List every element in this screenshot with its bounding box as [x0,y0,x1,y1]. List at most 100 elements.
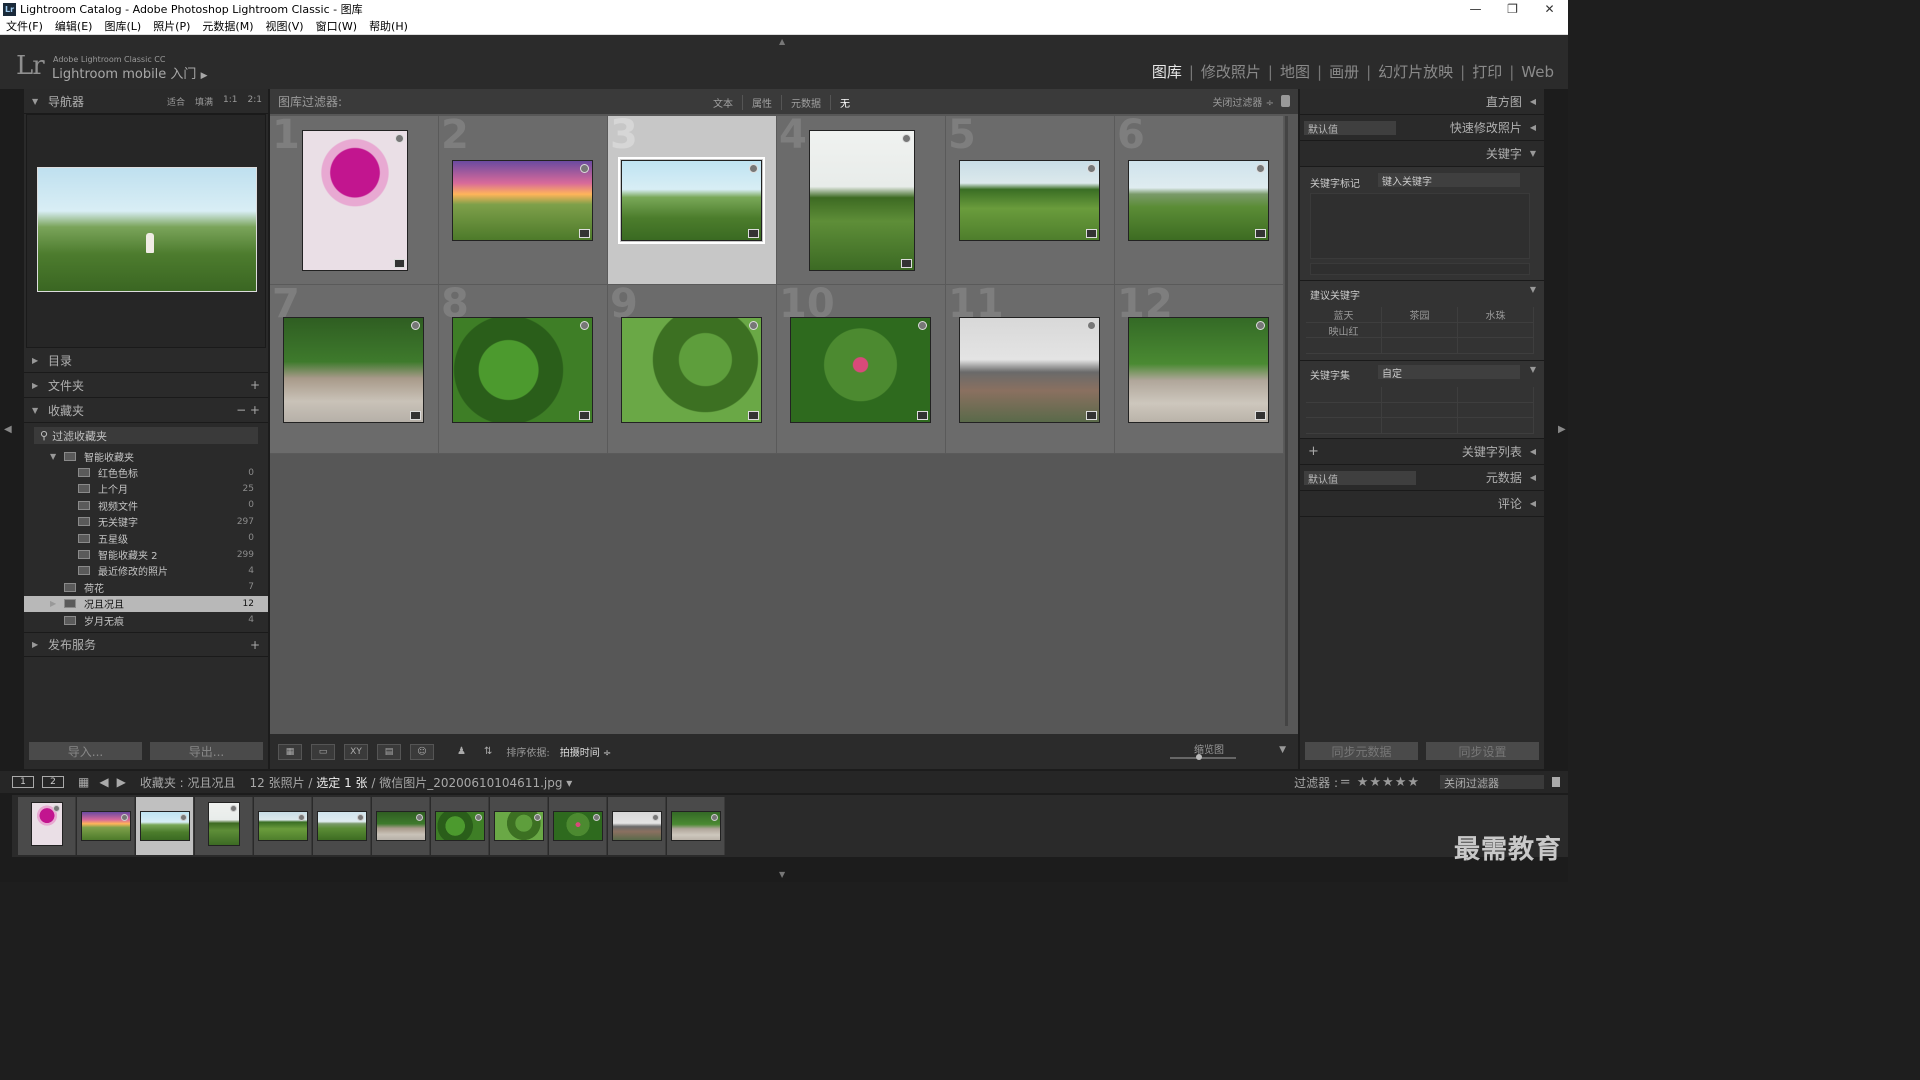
minimize-button[interactable]: — [1457,0,1494,18]
filmstrip-cell[interactable] [18,797,76,855]
quick-collection-dot-icon[interactable] [230,805,237,812]
collection-item[interactable]: 荷花 7 [24,579,268,595]
filmstrip-cell[interactable] [313,797,371,855]
module-print[interactable]: 打印 [1472,61,1502,82]
sync-settings-button[interactable]: 同步设置 [1425,741,1540,761]
photo-thumbnail[interactable] [452,317,593,423]
quick-collection-dot-icon[interactable] [749,321,758,330]
painter-icon[interactable]: ♟ [457,746,466,757]
collection-item[interactable]: 视频文件 0 [24,497,268,513]
collapse-top-icon[interactable]: ▲ [779,37,785,46]
collection-item[interactable]: 最近修改的照片 4 [24,563,268,579]
suggested-keyword[interactable]: 蓝天 [1306,307,1382,323]
export-button[interactable]: 导出... [149,741,264,761]
quick-collection-dot-icon[interactable] [121,814,128,821]
grid-view-button[interactable]: ▦ [278,743,302,760]
filmstrip-thumbnail[interactable] [208,802,240,846]
sort-dropdown[interactable]: 拍摄时间 ÷ [560,744,612,759]
quick-collection-dot-icon[interactable] [593,814,600,821]
sort-direction-icon[interactable]: ⇅ [484,746,492,757]
expand-triangle-icon[interactable]: ▼ [1530,365,1536,374]
filmstrip-filter-dropdown[interactable]: 关闭过滤器 [1440,775,1544,790]
quick-collection-dot-icon[interactable] [357,814,364,821]
photo-thumbnail[interactable] [452,160,593,241]
photo-thumbnail[interactable] [1128,317,1269,423]
keyword-list-header[interactable]: + 关键字列表 ◀ [1300,439,1544,465]
grid-scrollbar[interactable] [1285,116,1288,726]
keyword-set-cell[interactable] [1382,402,1458,419]
collection-item[interactable]: 岁月无痕 4 [24,612,268,628]
filmstrip-thumbnail[interactable] [317,811,367,841]
filmstrip-thumbnail[interactable] [140,811,190,841]
add-keyword-button[interactable]: + [1308,444,1319,459]
loupe-view-button[interactable]: ▭ [311,743,335,760]
zoom-2to1[interactable]: 2:1 [248,95,262,108]
suggested-keyword[interactable]: 水珠 [1458,307,1534,323]
grid-cell[interactable]: 5 [946,112,1115,285]
module-develop[interactable]: 修改照片 [1201,61,1261,82]
grid-cell[interactable]: 8 [439,281,608,454]
collection-item[interactable]: 五星级 0 [24,530,268,546]
module-book[interactable]: 画册 [1329,61,1359,82]
grid-cell[interactable]: 1 [270,112,439,285]
collection-item[interactable]: 智能收藏夹 2 299 [24,546,268,562]
menu-metadata[interactable]: 元数据(M) [196,18,259,34]
filmstrip-thumbnail[interactable] [494,811,544,841]
collection-item[interactable]: 红色色标 0 [24,464,268,480]
survey-view-button[interactable]: ▤ [377,743,401,760]
mobile-getting-started[interactable]: Lightroom mobile 入门 ▶ [52,63,208,82]
filmstrip-cell[interactable] [372,797,430,855]
keyword-input[interactable] [1310,263,1530,275]
photo-thumbnail[interactable] [618,157,765,244]
module-library[interactable]: 图库 [1152,61,1182,82]
menu-file[interactable]: 文件(F) [0,18,49,34]
suggested-keyword[interactable] [1458,322,1534,339]
filter-metadata[interactable]: 元数据 [782,95,831,110]
filmstrip-cell[interactable] [549,797,607,855]
disclosure-triangle-icon[interactable]: ▶ [50,599,56,608]
star-rating-filter[interactable]: = ★★★★★ [1340,775,1420,790]
metadata-header[interactable]: 默认值 元数据 ◀ [1300,465,1544,491]
photo-thumbnail[interactable] [790,317,931,423]
histogram-header[interactable]: 直方图 ◀ [1300,89,1544,115]
quick-collection-dot-icon[interactable] [902,134,911,143]
photo-thumbnail[interactable] [959,317,1100,423]
quick-collection-dot-icon[interactable] [1256,164,1265,173]
keyword-tags-dropdown[interactable]: 键入关键字 [1378,173,1520,188]
collection-item[interactable]: ▼ 智能收藏夹 [24,448,268,464]
forward-arrow-icon[interactable]: ▶ [117,775,126,789]
collection-actions[interactable]: − + [236,403,260,417]
back-arrow-icon[interactable]: ◀ [99,775,108,789]
filter-off-dropdown[interactable]: 关闭过滤器 ÷ [1212,94,1274,109]
keyword-entry-area[interactable] [1310,193,1530,259]
menu-help[interactable]: 帮助(H) [363,18,414,34]
suggested-keyword[interactable] [1306,338,1382,354]
zoom-fit[interactable]: 适合 [167,95,185,108]
collection-filter-field[interactable]: ⚲ 过滤收藏夹 [34,427,258,444]
filmstrip-cell[interactable] [136,797,194,855]
suggested-keyword[interactable] [1382,322,1458,339]
suggested-keyword[interactable] [1382,338,1458,354]
lock-icon[interactable] [1281,95,1290,107]
collection-item[interactable]: 无关键字 297 [24,514,268,530]
menu-photo[interactable]: 照片(P) [147,18,196,34]
people-view-button[interactable]: ☺ [410,743,434,760]
disclosure-triangle-icon[interactable]: ▼ [50,452,56,461]
filmstrip-thumbnail[interactable] [376,811,426,841]
keyword-set-cell[interactable] [1306,402,1382,419]
collapse-right-icon[interactable]: ▶ [1558,424,1566,435]
keyword-set-cell[interactable] [1382,418,1458,434]
sync-metadata-button[interactable]: 同步元数据 [1304,741,1419,761]
filter-text[interactable]: 文本 [704,95,743,110]
quick-collection-dot-icon[interactable] [918,321,927,330]
filmstrip-thumbnail[interactable] [258,811,308,841]
expand-triangle-icon[interactable]: ▼ [1530,285,1536,294]
grid-cell[interactable]: 11 [946,281,1115,454]
module-web[interactable]: Web [1521,63,1554,81]
second-window-button[interactable]: 2 [42,776,64,788]
filmstrip-thumbnail[interactable] [81,811,131,841]
filmstrip-cell[interactable] [431,797,489,855]
maximize-button[interactable]: ❐ [1494,0,1531,18]
navigator-header[interactable]: ▼ 导航器 适合 填满 1:1 2:1 [24,89,268,114]
filmstrip-cell[interactable] [77,797,135,855]
